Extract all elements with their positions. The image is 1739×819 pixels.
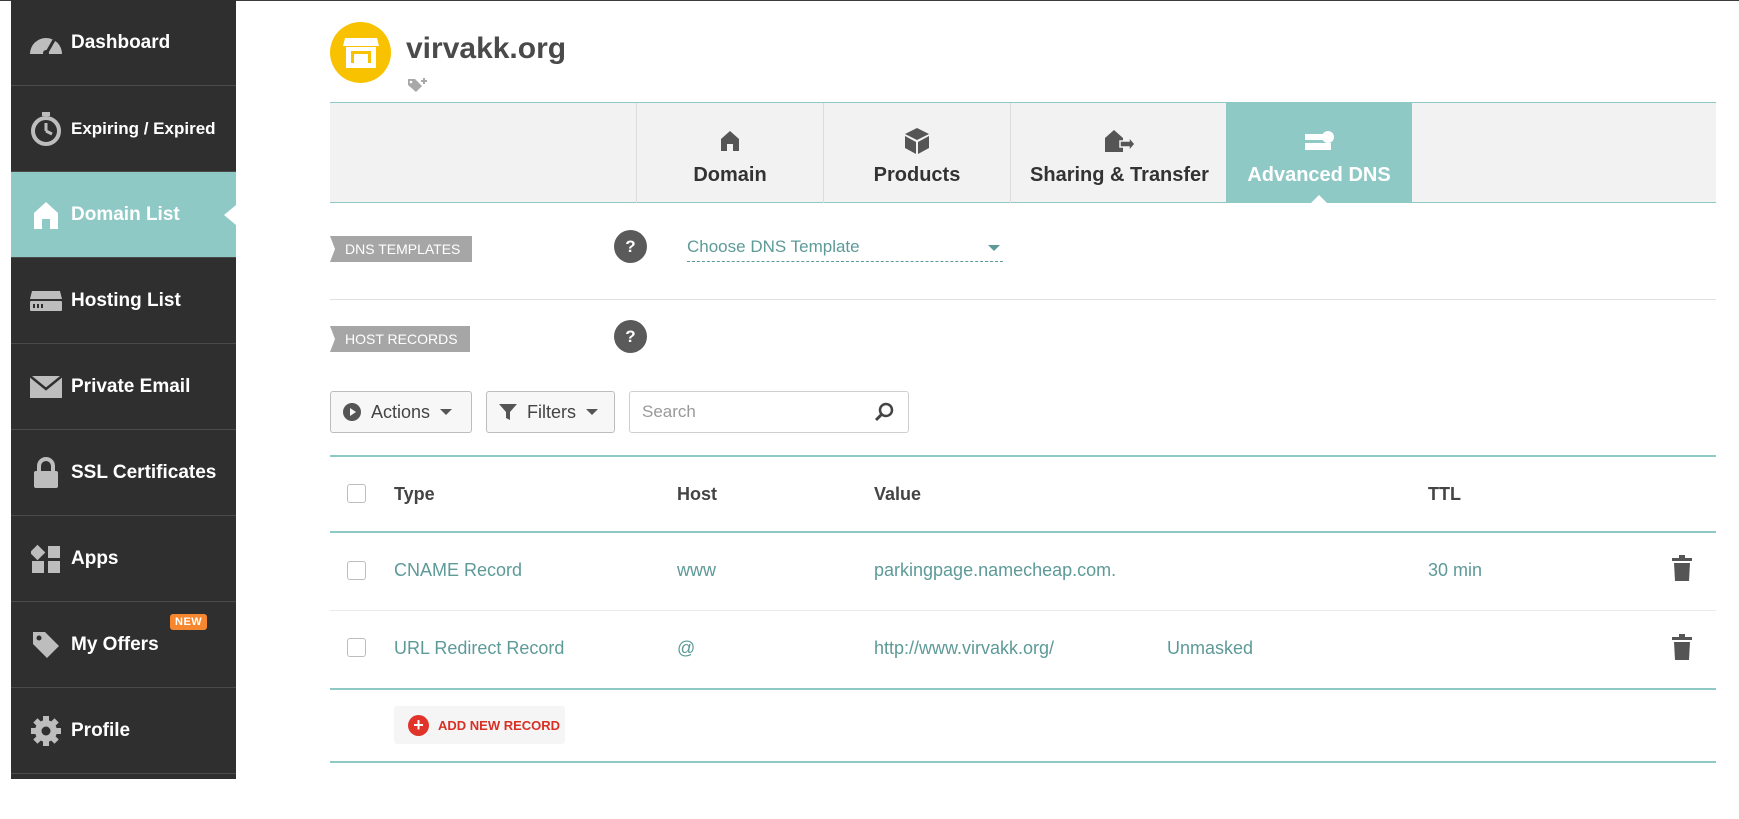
sidebar-item-label: Apps <box>71 547 119 569</box>
table-footer-border <box>330 761 1716 763</box>
record-ttl[interactable]: 30 min <box>1428 560 1482 581</box>
chevron-down-icon <box>586 409 598 415</box>
sidebar-item-label: My Offers <box>71 633 159 655</box>
sidebar-item-apps[interactable]: Apps <box>11 516 236 602</box>
sidebar-item-my-offers[interactable]: My Offers NEW <box>11 602 236 688</box>
tab-domain[interactable]: Domain <box>636 103 823 203</box>
tab-advanced-dns[interactable]: Advanced DNS <box>1226 103 1412 204</box>
record-host[interactable]: @ <box>677 638 695 659</box>
row-checkbox[interactable] <box>347 561 366 580</box>
chevron-down-icon <box>440 409 453 415</box>
search-icon[interactable] <box>874 402 894 427</box>
row-divider <box>330 610 1716 611</box>
apps-grid-icon <box>28 541 64 577</box>
domain-tabs: Domain Products Sharing & Transfer Advan… <box>330 102 1716 204</box>
record-value[interactable]: parkingpage.namecheap.com. <box>874 560 1116 581</box>
server-icon <box>28 283 64 319</box>
add-new-record-button[interactable]: + ADD NEW RECORD <box>394 706 565 744</box>
actions-label: Actions <box>371 401 431 422</box>
sidebar-item-label: Private Email <box>71 375 191 397</box>
table-header-border <box>330 531 1716 533</box>
column-header-value: Value <box>874 484 922 504</box>
host-records-help-icon[interactable]: ? <box>614 320 647 353</box>
storefront-icon <box>342 37 379 68</box>
sidebar-item-domain-list[interactable]: Domain List <box>11 172 236 258</box>
gear-icon <box>28 713 64 749</box>
sidebar-item-ssl-certificates[interactable]: SSL Certificates <box>11 430 236 516</box>
sidebar: Dashboard Expiring / Expired Domain List… <box>11 0 236 779</box>
box-icon <box>904 126 930 156</box>
record-host[interactable]: www <box>677 560 716 581</box>
record-value[interactable]: http://www.virvakk.org/ <box>874 638 1054 659</box>
column-header-type: Type <box>394 484 435 504</box>
add-new-record-label: ADD NEW RECORD <box>438 717 561 733</box>
sidebar-item-label: Hosting List <box>71 289 181 311</box>
home-icon <box>719 126 741 156</box>
dns-server-icon <box>1304 126 1334 156</box>
tab-label: Sharing & Transfer <box>1030 163 1209 186</box>
add-tag-icon[interactable] <box>407 76 429 99</box>
plus-circle-icon: + <box>408 714 429 736</box>
host-records-label: HOST RECORDS <box>330 326 470 352</box>
record-type[interactable]: URL Redirect Record <box>394 638 564 659</box>
sidebar-item-hosting-list[interactable]: Hosting List <box>11 258 236 344</box>
sidebar-item-private-email[interactable]: Private Email <box>11 344 236 430</box>
tab-label: Domain <box>693 163 767 186</box>
tab-label: Advanced DNS <box>1247 163 1391 186</box>
sidebar-item-label: SSL Certificates <box>71 461 217 483</box>
top-border <box>0 0 1739 1</box>
dns-templates-help-icon[interactable]: ? <box>614 230 647 263</box>
trash-icon[interactable] <box>1671 555 1693 586</box>
column-header-host: Host <box>677 484 717 504</box>
sidebar-item-label: Profile <box>71 719 131 741</box>
home-icon <box>28 197 64 233</box>
dns-template-select[interactable]: Choose DNS Template <box>687 233 1003 262</box>
domain-logo <box>330 22 391 83</box>
filters-label: Filters <box>527 401 576 422</box>
speedometer-icon <box>28 25 64 61</box>
sidebar-item-dashboard[interactable]: Dashboard <box>11 0 236 86</box>
dns-templates-label: DNS TEMPLATES <box>330 236 473 262</box>
column-header-ttl: TTL <box>1428 484 1461 504</box>
actions-button[interactable]: Actions <box>330 391 472 433</box>
tab-products[interactable]: Products <box>823 103 1010 203</box>
new-badge: NEW <box>170 614 208 630</box>
tab-sharing-transfer[interactable]: Sharing & Transfer <box>1010 103 1228 203</box>
dns-template-select-value: Choose DNS Template <box>687 237 860 256</box>
chevron-down-icon <box>988 245 1000 251</box>
tag-icon <box>28 627 64 663</box>
lock-icon <box>28 455 64 491</box>
domain-title: virvakk.org <box>406 32 567 65</box>
tab-label: Products <box>873 163 961 186</box>
sidebar-item-label: Dashboard <box>71 31 171 53</box>
sidebar-item-profile[interactable]: Profile <box>11 688 236 774</box>
table-top-border <box>330 455 1716 457</box>
row-checkbox[interactable] <box>347 638 366 657</box>
envelope-icon <box>28 369 64 405</box>
search-box <box>629 391 909 433</box>
sidebar-item-label: Expiring / Expired <box>71 118 216 138</box>
play-circle-icon <box>342 402 362 422</box>
transfer-icon <box>1104 126 1136 156</box>
search-input[interactable] <box>640 401 864 423</box>
table-bottom-border <box>330 688 1716 690</box>
funnel-icon <box>498 402 518 422</box>
filters-button[interactable]: Filters <box>486 391 615 433</box>
sidebar-item-expiring[interactable]: Expiring / Expired <box>11 86 236 172</box>
stopwatch-icon <box>28 111 64 147</box>
redirect-mode[interactable]: Unmasked <box>1167 638 1253 659</box>
select-all-checkbox[interactable] <box>347 484 366 503</box>
section-divider <box>330 299 1716 300</box>
record-type[interactable]: CNAME Record <box>394 560 522 581</box>
sidebar-item-label: Domain List <box>71 203 180 225</box>
trash-icon[interactable] <box>1671 634 1693 665</box>
